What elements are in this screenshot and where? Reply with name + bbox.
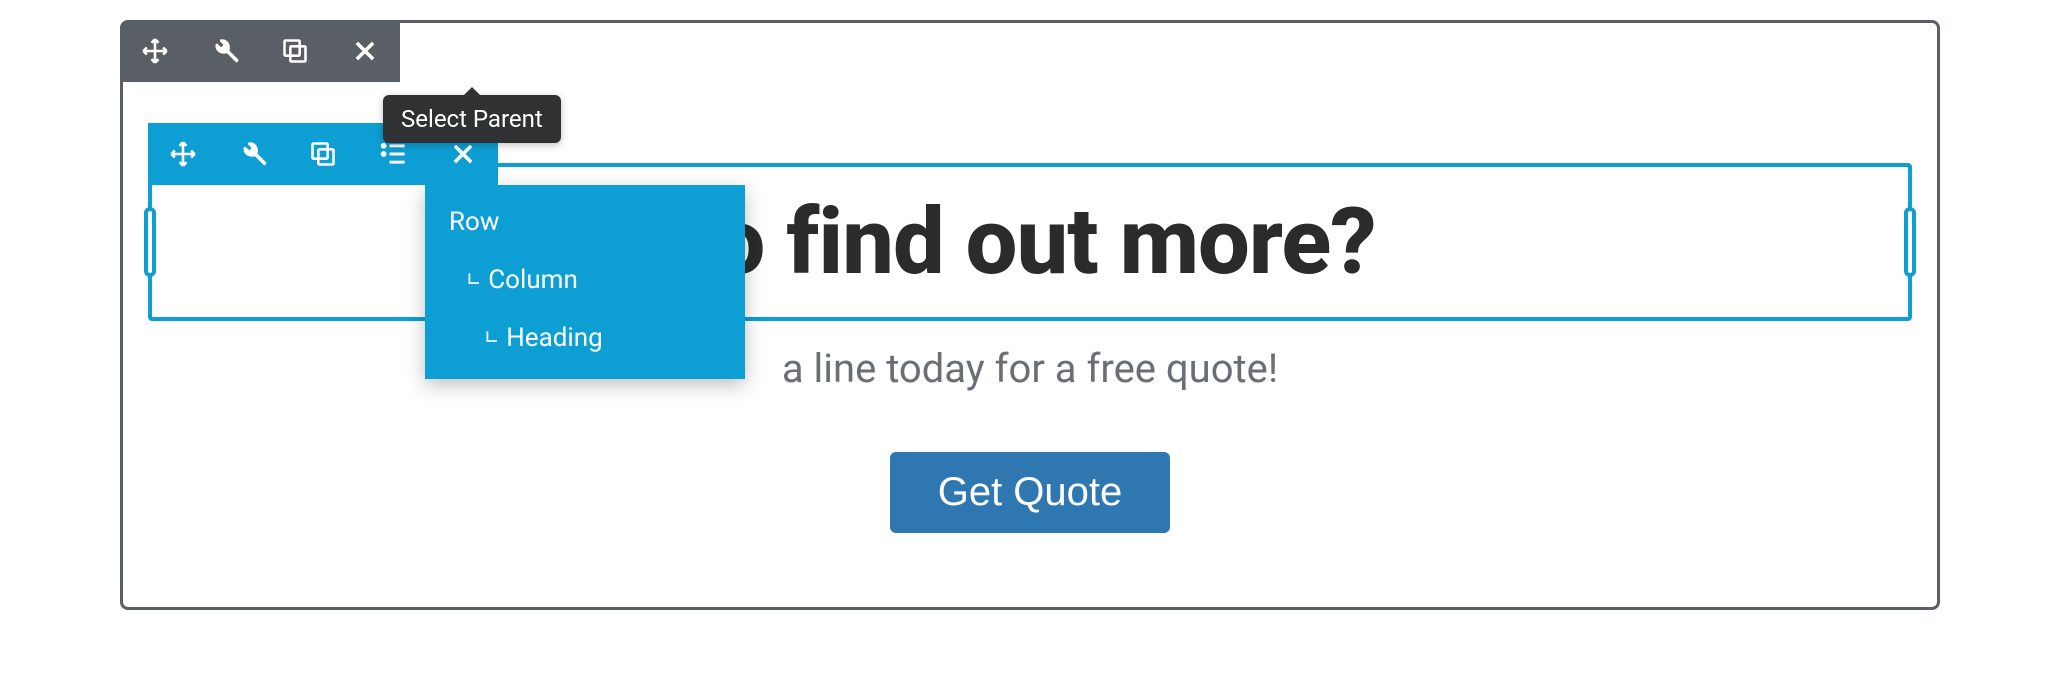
resize-handle-right[interactable] (1904, 207, 1916, 277)
close-icon (351, 37, 379, 65)
get-quote-button[interactable]: Get Quote (890, 452, 1171, 533)
select-parent-dropdown: Row ∟ Column ∟ Heading (425, 185, 745, 379)
dropdown-item-heading[interactable]: ∟ Heading (425, 309, 745, 367)
wrench-icon (239, 140, 267, 168)
close-icon (449, 140, 477, 168)
dropdown-item-column[interactable]: ∟ Column (425, 251, 745, 309)
move-icon (169, 140, 197, 168)
duplicate-icon (281, 37, 309, 65)
duplicate-icon (309, 140, 337, 168)
remove-button[interactable] (330, 20, 400, 82)
section-wrapper: Select Parent Row ∟ Column ∟ Heading (120, 20, 1940, 610)
dropdown-item-label: Row (449, 207, 499, 237)
dropdown-item-label: Heading (506, 323, 602, 353)
move-button[interactable] (120, 20, 190, 82)
move-button[interactable] (148, 123, 218, 185)
tooltip-select-parent: Select Parent (383, 95, 561, 143)
resize-handle-left[interactable] (144, 207, 156, 277)
wrench-icon (211, 37, 239, 65)
dropdown-item-label: Column (488, 265, 578, 295)
settings-button[interactable] (190, 20, 260, 82)
move-icon (141, 37, 169, 65)
duplicate-button[interactable] (260, 20, 330, 82)
heading-block-selected[interactable]: to find out more? (148, 163, 1912, 321)
row-toolbar (120, 20, 400, 82)
heading-text[interactable]: to find out more? (152, 197, 1908, 289)
tree-branch-icon: ∟ (485, 326, 498, 351)
settings-button[interactable] (218, 123, 288, 185)
subheading-text[interactable]: a line today for a free quote! (123, 345, 1937, 392)
tree-icon (379, 140, 407, 168)
duplicate-button[interactable] (288, 123, 358, 185)
dropdown-item-row[interactable]: Row (425, 193, 745, 251)
tree-branch-icon: ∟ (467, 268, 480, 293)
